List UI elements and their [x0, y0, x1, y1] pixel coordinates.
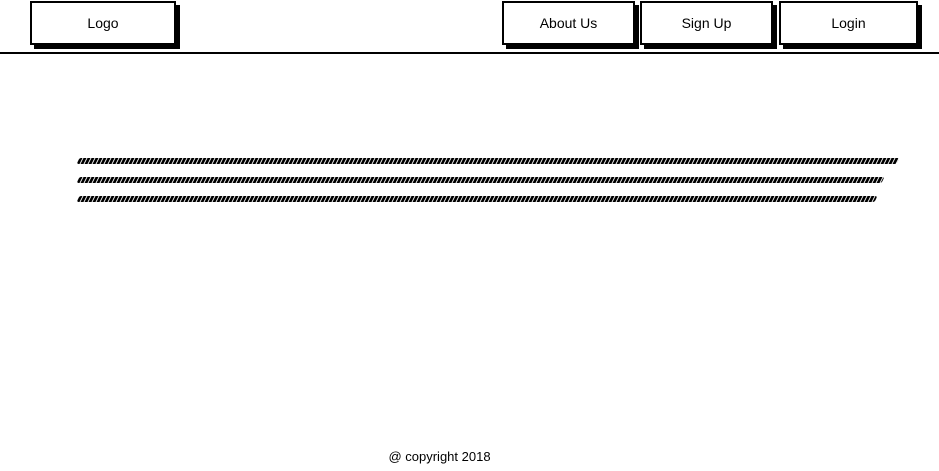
- placeholder-text-line: [76, 158, 900, 164]
- logo-button[interactable]: Logo: [30, 1, 176, 45]
- placeholder-paragraph: [76, 158, 900, 208]
- placeholder-text-line: [76, 196, 878, 202]
- sign-up-label: Sign Up: [681, 15, 732, 31]
- sign-up-button[interactable]: Sign Up: [640, 1, 773, 45]
- about-us-button[interactable]: About Us: [502, 1, 635, 45]
- login-label: Login: [831, 15, 866, 31]
- logo-label: Logo: [87, 15, 119, 31]
- placeholder-text-line: [76, 177, 885, 183]
- about-us-label: About Us: [539, 15, 598, 31]
- header-divider: [0, 52, 939, 54]
- copyright-text: @ copyright 2018: [388, 449, 491, 464]
- login-button[interactable]: Login: [779, 1, 918, 45]
